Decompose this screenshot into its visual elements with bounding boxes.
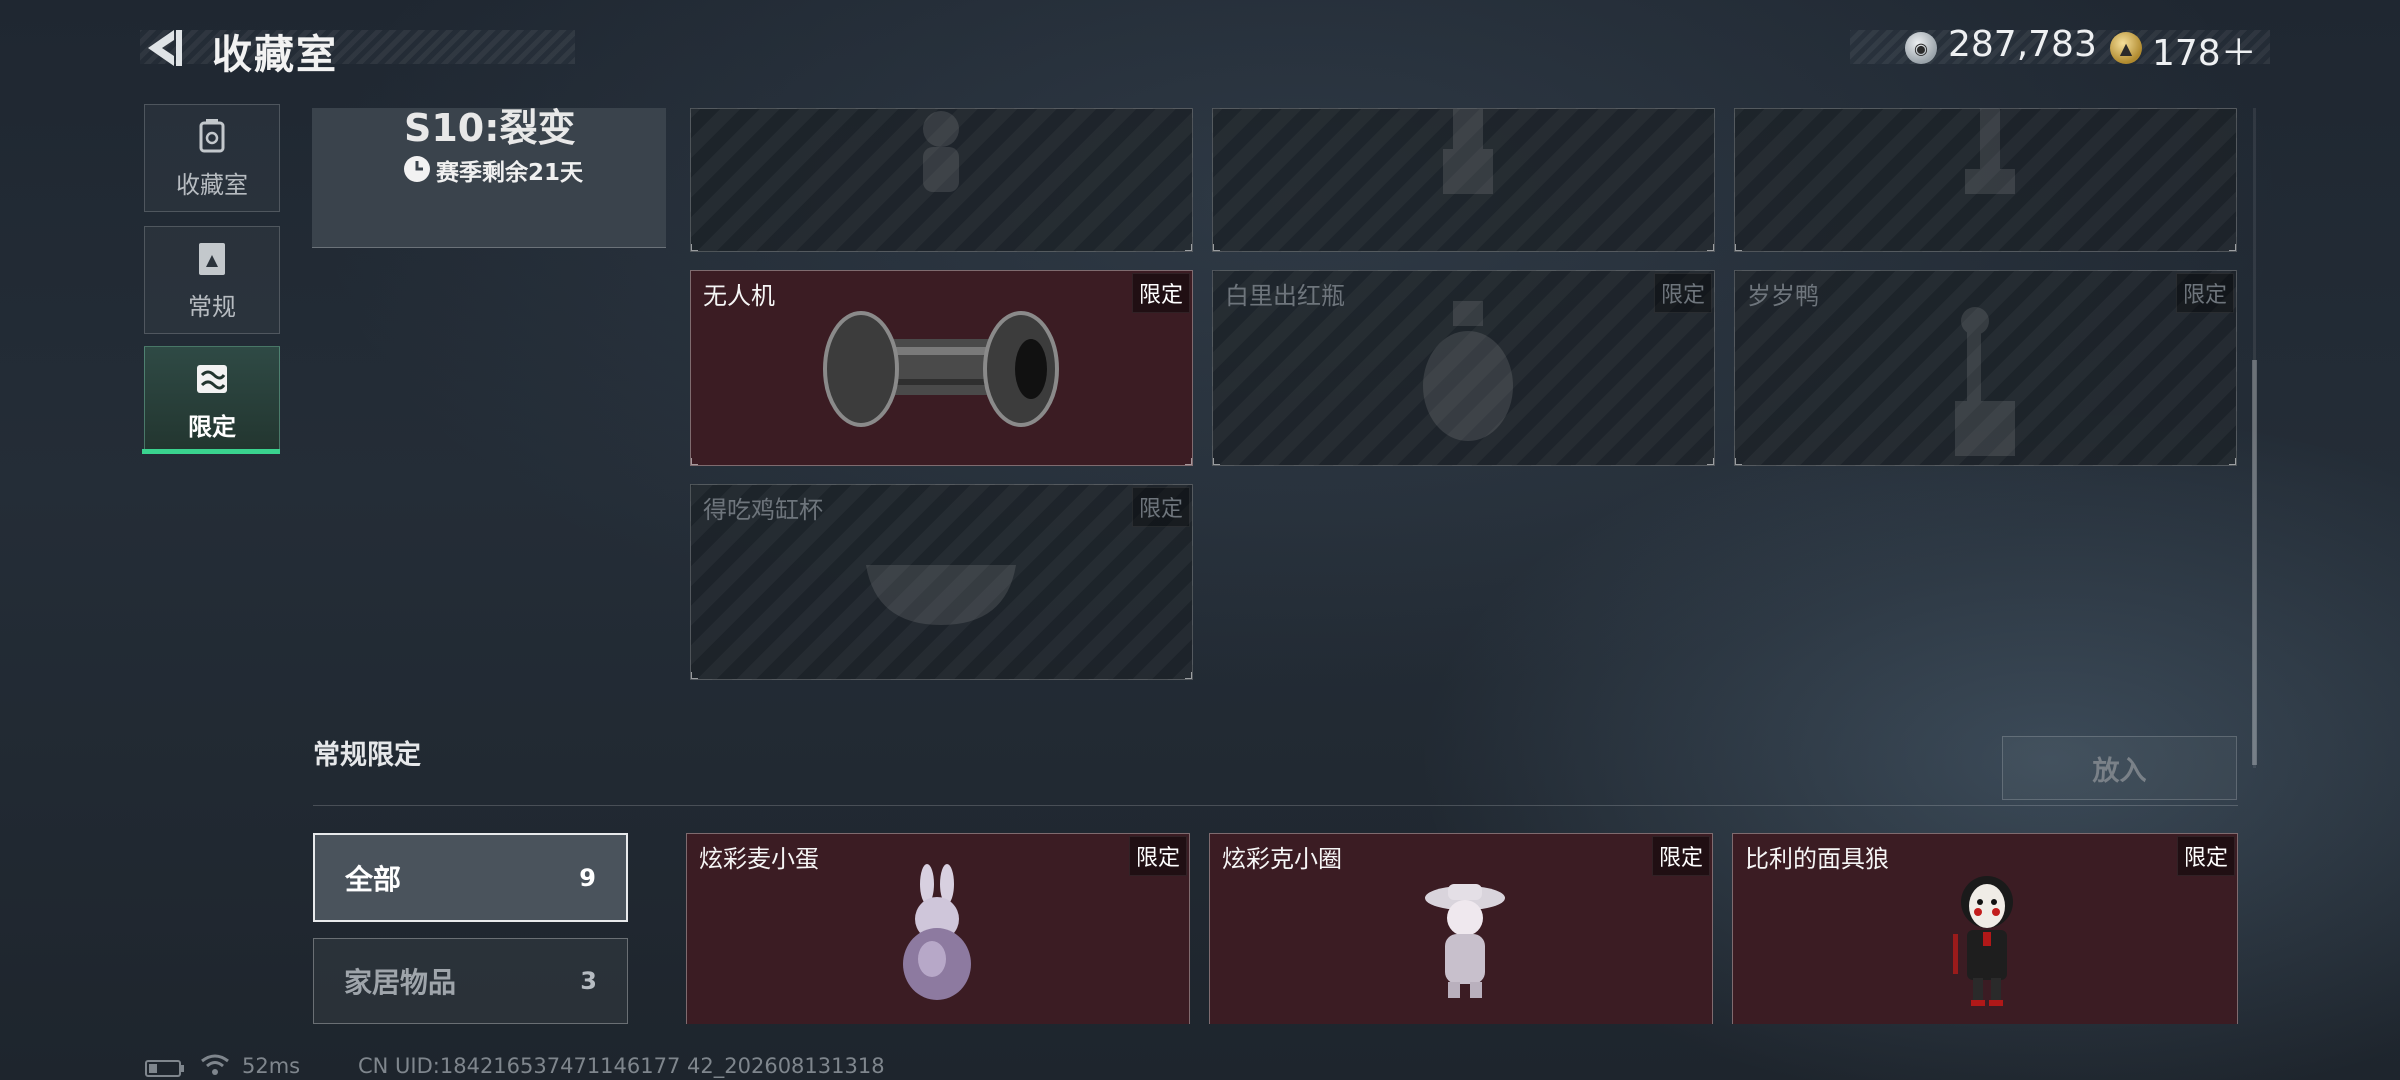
- item-card-billy-mask[interactable]: 比利的面具狼 限定: [1732, 833, 2238, 1024]
- filter-count: 3: [580, 967, 597, 995]
- limited-badge: 限定: [1131, 487, 1190, 527]
- item-card-duck[interactable]: 岁岁鸭 限定: [1734, 270, 2237, 466]
- limited-badge: 限定: [1651, 836, 1710, 876]
- page-title: 收藏室: [212, 32, 338, 78]
- filter-home-items[interactable]: 家居物品 3: [313, 938, 628, 1024]
- title-bar-background: [140, 30, 575, 64]
- item-card-locked[interactable]: [1734, 108, 2237, 252]
- sidebar-tab-label: 收藏室: [176, 170, 248, 199]
- section-title-regular-limited: 常规限定: [313, 740, 421, 771]
- network-ping: 52ms: [242, 1054, 301, 1078]
- back-arrow-icon[interactable]: [142, 26, 184, 70]
- item-card-drone[interactable]: 无人机 限定: [690, 270, 1193, 466]
- item-card-chicken-cup[interactable]: 得吃鸡缸杯 限定: [690, 484, 1193, 680]
- sidebar-tab-label: 限定: [188, 412, 236, 441]
- item-card-rainbow-egg[interactable]: 炫彩麦小蛋 限定: [686, 833, 1190, 1024]
- figure-silhouette-icon: [1443, 109, 1493, 194]
- figure-silhouette-icon: [923, 111, 959, 192]
- item-name: 岁岁鸭: [1747, 282, 1819, 310]
- sidebar-tab-limited[interactable]: 限定: [144, 346, 280, 454]
- item-name: 白里出红瓶: [1225, 282, 1345, 310]
- wifi-icon: [201, 1054, 229, 1075]
- gold-currency-amount[interactable]: 178＋: [2152, 24, 2257, 76]
- vase-silhouette-icon: [1423, 301, 1513, 441]
- gold-coin-icon: ▲: [2110, 32, 2142, 64]
- season-time-remaining: 赛季剩余21天: [436, 160, 584, 186]
- item-card-locked[interactable]: [690, 108, 1193, 252]
- drone-item-icon: [823, 311, 1059, 427]
- item-name: 无人机: [703, 282, 775, 310]
- silver-currency-amount: 287,783: [1948, 24, 2097, 65]
- sidebar-tab-regular[interactable]: 常规: [144, 226, 280, 334]
- billy-puppet-figure-icon: [1953, 876, 2013, 1006]
- silver-coin-icon: ◉: [1905, 32, 1937, 64]
- gold-currency-value: 178: [2152, 33, 2221, 74]
- filter-count: 9: [579, 863, 596, 892]
- item-card-locked[interactable]: [1212, 108, 1715, 252]
- limited-badge: 限定: [2175, 273, 2234, 313]
- scrollbar-thumb[interactable]: [2252, 360, 2257, 765]
- item-card-red-vase[interactable]: 白里出红瓶 限定: [1212, 270, 1715, 466]
- sidebar-tab-collection-room[interactable]: 收藏室: [144, 104, 280, 212]
- trash-bin-icon: [199, 118, 225, 152]
- sidebar-tab-label: 常规: [188, 292, 236, 321]
- active-tab-indicator: [142, 449, 280, 454]
- hat-girl-figure-icon: [1425, 884, 1505, 998]
- section-divider: [313, 805, 2238, 806]
- item-name: 炫彩麦小蛋: [699, 845, 819, 873]
- filter-label: 全部: [345, 862, 402, 896]
- limited-badge: 限定: [1131, 273, 1190, 313]
- item-name: 得吃鸡缸杯: [703, 496, 823, 524]
- clock-icon: [404, 156, 430, 182]
- limited-badge: 限定: [1128, 836, 1187, 876]
- filter-label: 家居物品: [344, 966, 457, 999]
- item-card-rainbow-ring[interactable]: 炫彩克小圈 限定: [1209, 833, 1713, 1024]
- season-title: S10:裂变: [404, 106, 576, 150]
- battery-icon: [145, 1060, 184, 1077]
- add-currency-icon[interactable]: ＋: [2221, 33, 2257, 74]
- bunny-egg-figure-icon: [903, 864, 971, 1000]
- limited-badge: 限定: [2176, 836, 2235, 876]
- figure-silhouette-icon: [1965, 109, 2015, 194]
- item-name: 比利的面具狼: [1745, 845, 1889, 873]
- duck-silhouette-icon: [1955, 307, 2015, 456]
- user-uid: CN UID:184216537471146177 42_20260813131…: [358, 1054, 885, 1078]
- place-in-button[interactable]: 放入: [2002, 736, 2237, 800]
- bowl-silhouette-icon: [866, 565, 1016, 625]
- book-icon: [199, 242, 225, 275]
- image-frame-icon: [197, 364, 227, 393]
- filter-all[interactable]: 全部 9: [313, 833, 628, 922]
- limited-badge: 限定: [1653, 273, 1712, 313]
- item-name: 炫彩克小圈: [1222, 845, 1342, 873]
